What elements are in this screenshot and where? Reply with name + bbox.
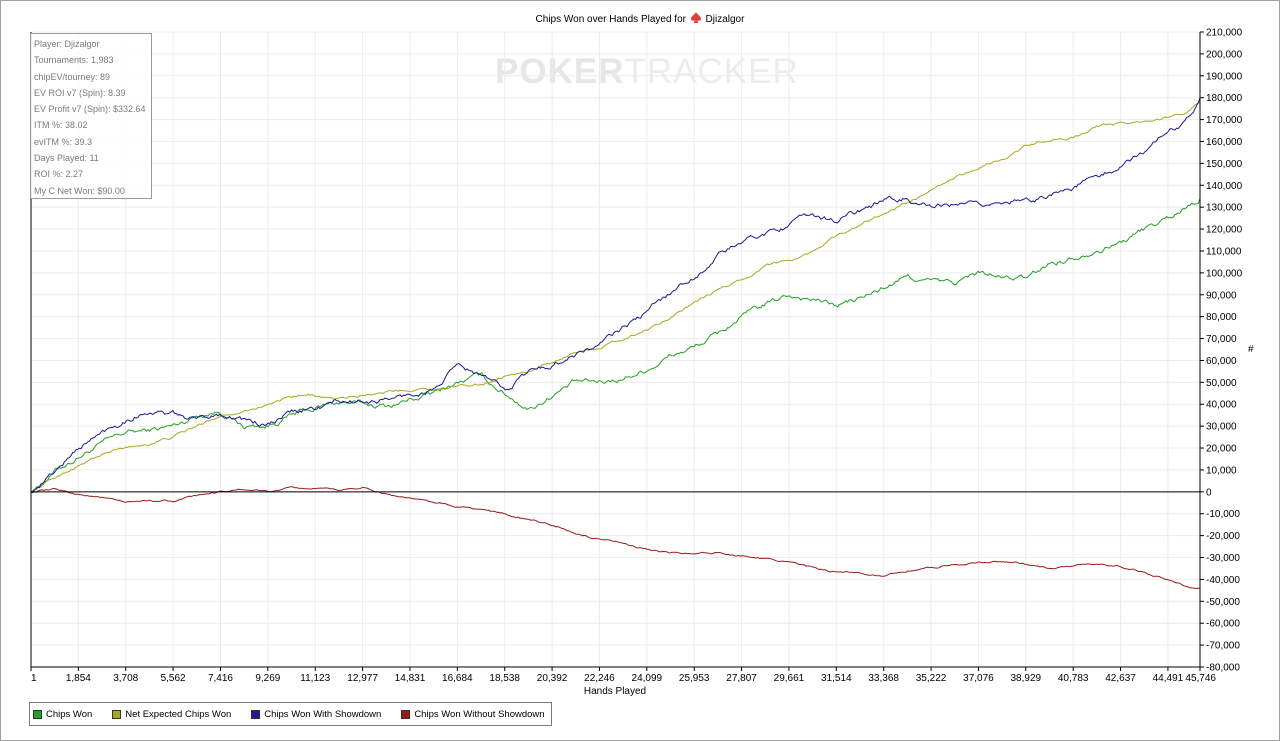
x-tick-label: 1 xyxy=(31,673,37,684)
y-tick-label: 20,000 xyxy=(1206,444,1237,455)
y-tick-label: 110,000 xyxy=(1206,246,1242,257)
stat-line: My C Net Won: $90.00 xyxy=(34,185,125,196)
legend-label: Chips Won With Showdown xyxy=(264,708,382,720)
x-tick-label: 14,831 xyxy=(395,673,426,684)
legend-swatch xyxy=(112,709,122,719)
legend-swatch xyxy=(401,709,411,719)
y-tick-label: 90,000 xyxy=(1206,290,1237,301)
y-tick-label: 70,000 xyxy=(1206,334,1237,345)
y-tick-label: 80,000 xyxy=(1206,312,1237,323)
stat-line: Player: Djizalgor xyxy=(34,39,100,49)
x-tick-label: 31,514 xyxy=(821,673,852,684)
y-axis-label: # xyxy=(1248,344,1254,355)
series-lines xyxy=(30,97,1201,590)
y-tick-labels: 210,000 200,000 190,000 180,000 170,000 160,0… xyxy=(1206,28,1243,674)
series-line-chips-won xyxy=(30,198,1201,494)
legend-item-net-expected[interactable]: Net Expected Chips Won xyxy=(112,709,231,720)
x-tick-labels: 1 1,854 3,708 5,562 7,416 9,269 11,123 12,977 14… xyxy=(31,673,1216,684)
y-tick-label: -20,000 xyxy=(1206,531,1240,542)
y-tick-label: 120,000 xyxy=(1206,225,1243,236)
stat-line: Tournaments: 1,983 xyxy=(34,55,114,66)
y-tick-label: 190,000 xyxy=(1206,71,1243,82)
stat-line: EV ROI v7 (Spin): 8.39 xyxy=(34,87,126,98)
y-tick-label: -50,000 xyxy=(1206,597,1240,608)
x-tick-label: 45,746 xyxy=(1185,673,1216,684)
y-tick-label: 150,000 xyxy=(1206,159,1243,170)
x-tick-label: 37,076 xyxy=(963,673,994,684)
series-line-net-expected-chips-won xyxy=(30,101,1201,493)
x-axis-label: Hands Played xyxy=(583,686,647,697)
legend-item-chips-won[interactable]: Chips Won xyxy=(33,709,92,720)
chart-plot: 1 1,854 3,708 5,562 7,416 9,269 11,123 12,977 14… xyxy=(30,28,1243,684)
stat-line: Days Played: 11 xyxy=(34,153,99,164)
x-tick-label: 44,491 xyxy=(1153,673,1184,684)
y-tick-label: 40,000 xyxy=(1206,400,1237,411)
x-tick-label: 12,977 xyxy=(347,673,378,684)
y-tick-label: -30,000 xyxy=(1206,553,1240,564)
legend: Chips Won Net Expected Chips Won Chips W… xyxy=(29,702,552,726)
legend-swatch xyxy=(251,709,261,719)
y-tick-label: 50,000 xyxy=(1206,378,1237,389)
stats-box: Player: Djizalgor Tournaments: 1,983 chi… xyxy=(30,33,152,199)
y-tick-label: 60,000 xyxy=(1206,356,1237,367)
stat-line: ROI %: 2.27 xyxy=(34,169,84,180)
x-tick-label: 9,269 xyxy=(255,673,280,684)
x-tick-label: 38,929 xyxy=(1010,673,1041,684)
x-tick-label: 40,783 xyxy=(1058,673,1089,684)
stat-line: chipEV/tourney: 89 xyxy=(34,71,111,82)
x-tick-label: 20,392 xyxy=(537,673,568,684)
series-line-chips-won-without-showdown xyxy=(30,486,1201,590)
x-tick-label: 42,637 xyxy=(1105,673,1136,684)
x-tick-label: 3,708 xyxy=(113,673,138,684)
y-tick-label: 140,000 xyxy=(1206,181,1243,192)
x-tick-label: 22,246 xyxy=(584,673,615,684)
x-tick-label: 35,222 xyxy=(916,673,947,684)
legend-item-with-showdown[interactable]: Chips Won With Showdown xyxy=(251,709,381,720)
x-tick-label: 1,854 xyxy=(66,673,91,684)
y-tick-label: -70,000 xyxy=(1206,641,1240,652)
y-tick-label: -10,000 xyxy=(1206,509,1240,520)
y-tick-label: 200,000 xyxy=(1206,49,1243,60)
x-tick-label: 27,807 xyxy=(726,673,757,684)
x-tick-label: 29,661 xyxy=(774,673,805,684)
stat-line: ITM %: 38.02 xyxy=(34,120,88,131)
y-tick-label: -40,000 xyxy=(1206,575,1240,586)
x-tick-label: 33,368 xyxy=(868,673,899,684)
x-tick-label: 18,538 xyxy=(489,673,520,684)
y-tick-label: 0 xyxy=(1206,487,1212,498)
legend-label: Chips Won xyxy=(46,708,93,720)
stat-line: evITM %: 39.3 xyxy=(34,136,93,147)
y-tick-label: 130,000 xyxy=(1206,203,1243,214)
y-tick-label: 30,000 xyxy=(1206,422,1237,433)
y-tick-label: 10,000 xyxy=(1206,465,1237,476)
legend-label: Net Expected Chips Won xyxy=(125,708,232,720)
x-tick-label: 25,953 xyxy=(679,673,710,684)
x-tick-label: 7,416 xyxy=(208,673,233,684)
x-tick-label: 5,562 xyxy=(161,673,186,684)
y-tick-label: -60,000 xyxy=(1206,619,1240,630)
y-tick-label: 170,000 xyxy=(1206,115,1243,126)
y-tick-label: 100,000 xyxy=(1206,268,1243,279)
legend-swatch xyxy=(33,709,42,719)
x-tick-label: 11,123 xyxy=(300,673,330,684)
legend-label: Chips Won Without Showdown xyxy=(414,708,545,720)
y-tick-label: -80,000 xyxy=(1206,663,1240,674)
y-tick-label: 160,000 xyxy=(1206,137,1243,148)
grid-lines xyxy=(30,31,1201,668)
legend-item-without-showdown[interactable]: Chips Won Without Showdown xyxy=(401,708,545,720)
axes xyxy=(30,31,1204,671)
y-tick-label: 210,000 xyxy=(1206,28,1243,39)
x-tick-label: 24,099 xyxy=(632,673,663,684)
x-tick-label: 16,684 xyxy=(442,673,473,684)
stat-line: EV Profit v7 (Spin): $332.64 xyxy=(34,104,146,115)
y-tick-label: 180,000 xyxy=(1206,93,1243,104)
